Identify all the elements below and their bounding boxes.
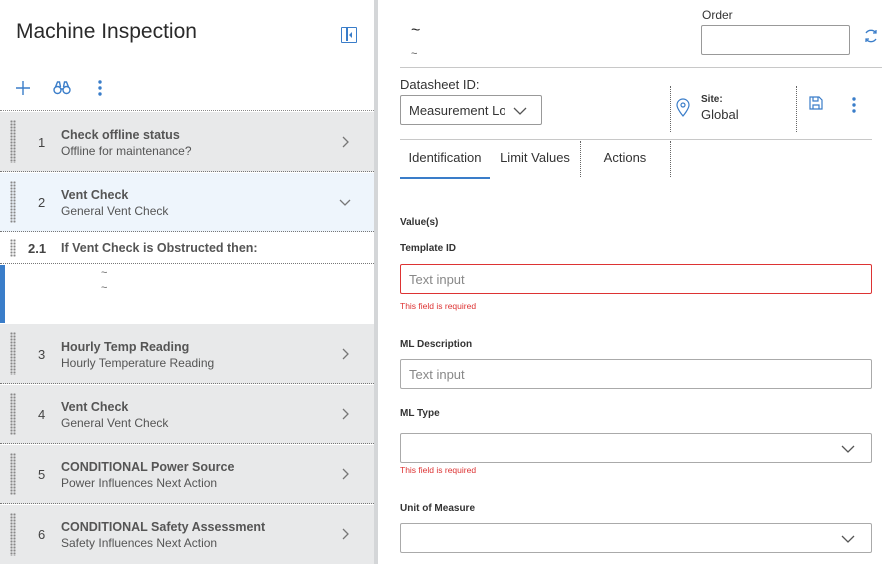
detail-subtitle: ~ <box>411 48 418 60</box>
datasheet-select[interactable]: Measurement Lo <box>400 95 542 125</box>
drag-handle-icon[interactable] <box>10 332 16 375</box>
placeholder-text: ~ <box>101 282 108 294</box>
unit-of-measure-select[interactable] <box>400 523 872 553</box>
drag-handle-icon[interactable] <box>10 393 16 435</box>
vertical-divider <box>670 86 671 132</box>
ml-type-select[interactable] <box>400 433 872 463</box>
step-list-panel: Machine Inspection 1 Check offline statu… <box>0 0 374 564</box>
section-heading: Value(s) <box>400 217 439 228</box>
step-number: 3 <box>38 347 46 362</box>
step-row-3[interactable]: 3 Hourly Temp Reading Hourly Temperature… <box>0 324 374 384</box>
step-row-2-1[interactable]: 2.1 If Vent Check is Obstructed then: <box>0 233 374 264</box>
order-input[interactable] <box>701 25 850 55</box>
tab-bar: Identification Limit Values Actions <box>400 139 872 179</box>
chevron-right-icon[interactable] <box>338 527 352 541</box>
nested-step-area[interactable]: ~ ~ <box>0 265 374 323</box>
header-divider <box>400 67 882 68</box>
placeholder-text: ~ <box>101 267 108 279</box>
detail-panel: ~ ~ Order Datasheet ID: Measurement Lo S… <box>378 0 882 564</box>
datasheet-value: Measurement Lo <box>409 103 505 118</box>
step-row-1[interactable]: 1 Check offline status Offline for maint… <box>0 112 374 172</box>
drag-handle-icon[interactable] <box>10 453 16 495</box>
active-indicator <box>0 265 5 323</box>
ml-description-label: ML Description <box>400 339 473 350</box>
datasheet-label: Datasheet ID: <box>400 77 480 92</box>
step-row-2[interactable]: 2 Vent Check General Vent Check <box>0 173 374 232</box>
collapse-panel-icon[interactable] <box>341 27 357 43</box>
order-label: Order <box>702 8 733 22</box>
site-label: Site: <box>701 94 723 105</box>
chevron-down-icon <box>841 532 855 546</box>
chevron-down-icon <box>513 104 527 118</box>
site-value: Global <box>701 107 739 122</box>
detail-title: ~ <box>411 22 421 39</box>
template-id-input[interactable] <box>400 264 872 294</box>
location-pin-icon <box>675 97 691 117</box>
unit-of-measure-label: Unit of Measure <box>400 503 476 514</box>
chevron-right-icon[interactable] <box>338 407 352 421</box>
refresh-icon[interactable] <box>862 27 880 45</box>
more-options-icon[interactable] <box>90 78 110 98</box>
panel-title: Machine Inspection <box>16 20 197 43</box>
toolbar-divider <box>0 110 374 111</box>
step-number: 5 <box>38 467 46 482</box>
step-number: 2 <box>38 195 46 210</box>
step-number: 6 <box>38 527 46 542</box>
tab-separator <box>670 141 671 177</box>
ml-description-input[interactable] <box>400 359 872 389</box>
chevron-down-icon[interactable] <box>338 195 352 209</box>
step-title: CONDITIONAL Safety Assessment <box>61 520 266 534</box>
step-number: 2.1 <box>28 241 47 256</box>
step-number: 4 <box>38 407 46 422</box>
step-title: Vent Check <box>61 188 129 202</box>
drag-handle-icon[interactable] <box>10 120 16 163</box>
chevron-right-icon[interactable] <box>338 347 352 361</box>
ml-type-label: ML Type <box>400 408 440 419</box>
tab-actions[interactable]: Actions <box>580 139 670 179</box>
step-row-5[interactable]: 5 CONDITIONAL Power Source Power Influen… <box>0 445 374 504</box>
tab-identification[interactable]: Identification <box>400 139 490 179</box>
step-number: 1 <box>38 135 46 150</box>
drag-handle-icon[interactable] <box>10 239 16 257</box>
more-options-icon[interactable] <box>850 96 858 114</box>
template-id-label: Template ID <box>400 243 456 254</box>
binoculars-icon[interactable] <box>52 78 72 98</box>
vertical-divider <box>796 86 797 132</box>
template-id-error: This field is required <box>400 301 477 311</box>
step-row-6[interactable]: 6 CONDITIONAL Safety Assessment Safety I… <box>0 505 374 564</box>
step-subtitle: Power Influences Next Action <box>61 476 218 490</box>
step-title: CONDITIONAL Power Source <box>61 460 235 474</box>
drag-handle-icon[interactable] <box>10 513 16 556</box>
step-subtitle: Offline for maintenance? <box>61 144 192 158</box>
step-title: If Vent Check is Obstructed then: <box>61 241 258 255</box>
step-subtitle: General Vent Check <box>61 416 169 430</box>
step-title: Hourly Temp Reading <box>61 340 190 354</box>
step-subtitle: Safety Influences Next Action <box>61 536 218 550</box>
add-icon[interactable] <box>13 78 33 98</box>
tab-limit-values[interactable]: Limit Values <box>490 139 580 179</box>
chevron-down-icon <box>841 442 855 456</box>
step-toolbar <box>0 74 374 102</box>
step-title: Check offline status <box>61 128 180 142</box>
step-row-4[interactable]: 4 Vent Check General Vent Check <box>0 385 374 444</box>
drag-handle-icon[interactable] <box>10 181 16 223</box>
save-icon[interactable] <box>808 95 824 111</box>
step-title: Vent Check <box>61 400 129 414</box>
chevron-right-icon[interactable] <box>338 135 352 149</box>
ml-type-error: This field is required <box>400 465 477 475</box>
step-subtitle: General Vent Check <box>61 204 169 218</box>
step-subtitle: Hourly Temperature Reading <box>61 356 215 370</box>
chevron-right-icon[interactable] <box>338 467 352 481</box>
